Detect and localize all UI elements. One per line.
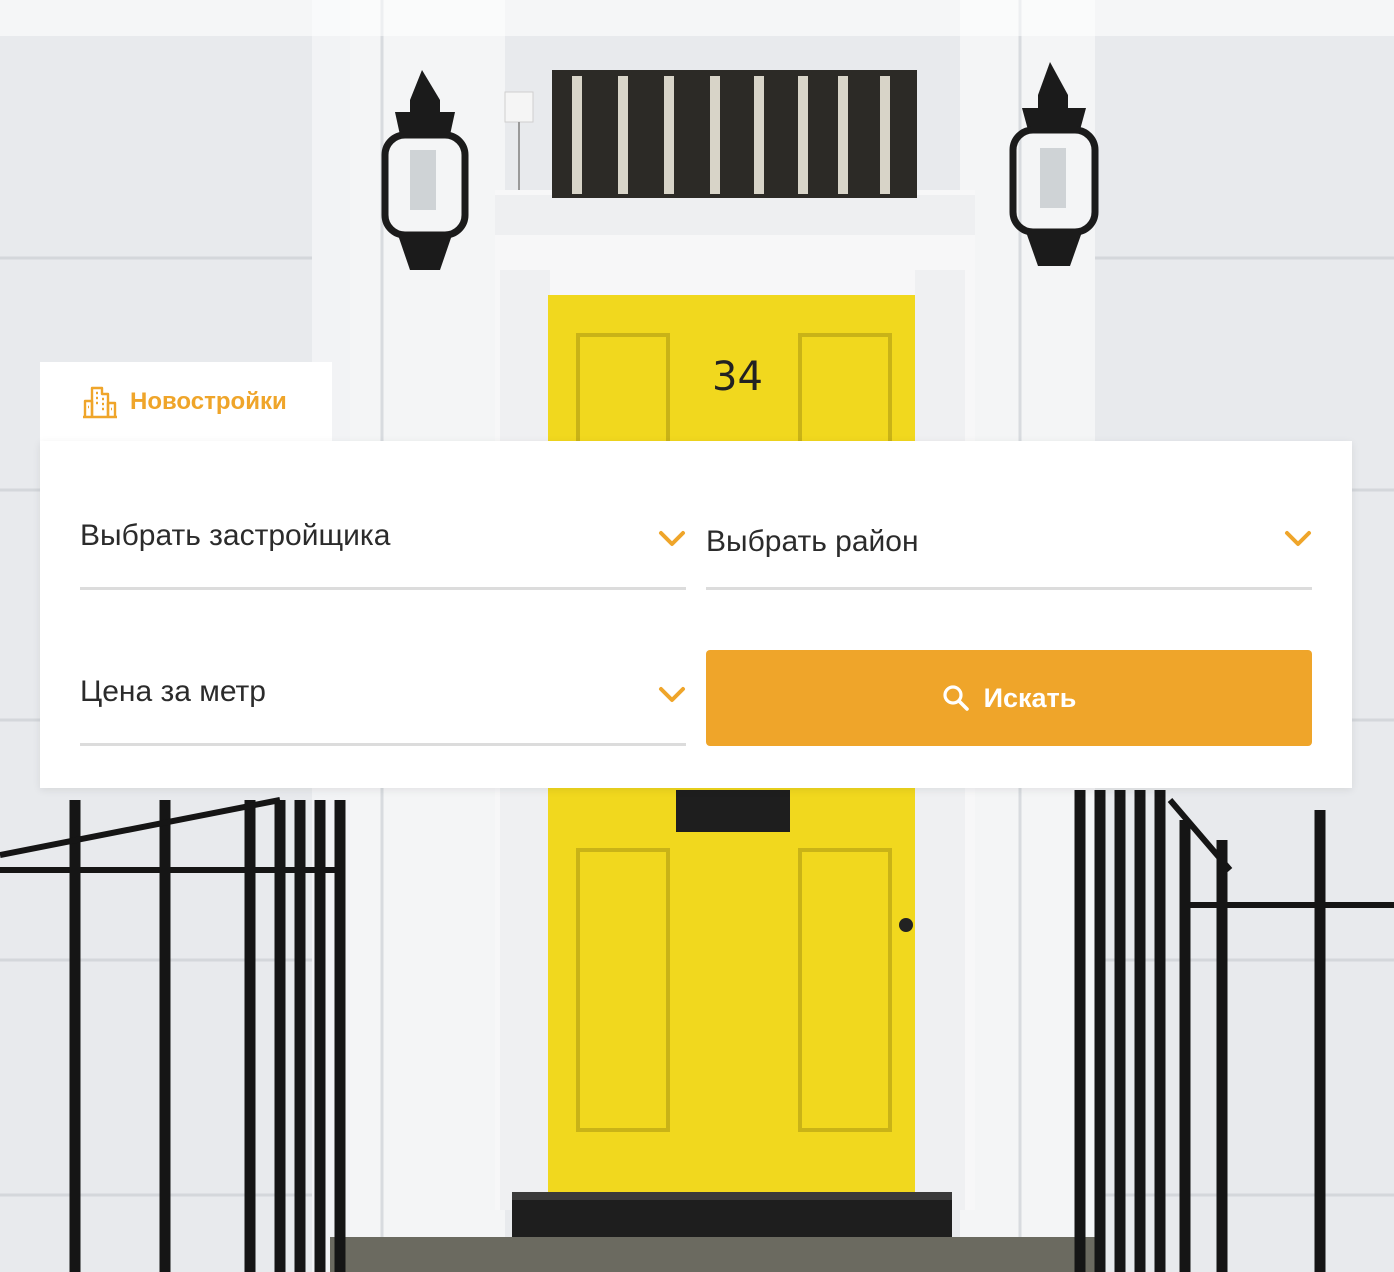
top-strip <box>0 0 1394 36</box>
district-select[interactable]: Выбрать район <box>706 525 1312 590</box>
chevron-down-icon <box>659 687 685 702</box>
hero-section: 34 Новостройки Выбрать застройщика Выбра… <box>0 0 1394 1272</box>
building-icon <box>83 386 117 419</box>
developer-select[interactable]: Выбрать застройщика <box>80 519 686 590</box>
tab-label: Новостройки <box>130 388 287 415</box>
search-icon <box>943 685 969 711</box>
chevron-down-icon <box>1285 531 1311 546</box>
search-button[interactable]: Искать <box>706 650 1312 746</box>
chevron-down-icon <box>659 531 685 546</box>
search-panel: Выбрать застройщика Выбрать район Цена з… <box>40 441 1352 788</box>
door-number: 34 <box>712 354 763 400</box>
search-button-label: Искать <box>983 682 1077 713</box>
district-select-label: Выбрать район <box>706 525 919 558</box>
price-select[interactable]: Цена за метр <box>80 675 686 746</box>
developer-select-label: Выбрать застройщика <box>80 519 391 552</box>
tab-new-buildings[interactable]: Новостройки <box>40 362 332 442</box>
price-select-label: Цена за метр <box>80 675 266 708</box>
